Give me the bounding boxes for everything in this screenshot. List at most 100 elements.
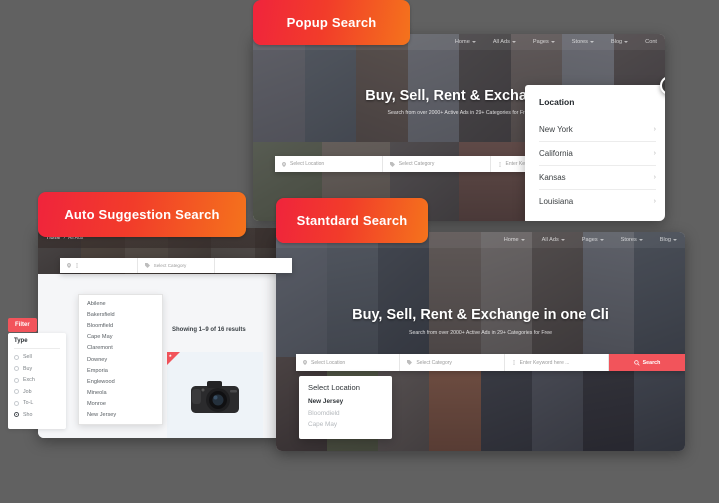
suggestion-item[interactable]: Monroe (79, 399, 162, 410)
keyword-field[interactable] (215, 258, 292, 273)
product-card[interactable] (167, 352, 263, 438)
suggestion-item[interactable]: Abilene (79, 298, 162, 309)
category-field[interactable]: Select Category (400, 354, 505, 371)
facet-option-label: Buy (23, 365, 33, 372)
chevron-down-icon (624, 41, 629, 43)
suggestion-item[interactable]: Mineola (79, 388, 162, 399)
category-placeholder: Select Category (153, 263, 187, 268)
location-dropdown-title: Select Location (308, 383, 360, 392)
keyword-field[interactable]: Enter Keyword here ... (505, 354, 609, 371)
tab-auto-suggestion-label: Auto Suggestion Search (64, 207, 220, 222)
location-option-label: Louisiana (539, 197, 574, 206)
chevron-down-icon (599, 239, 604, 241)
standard-hero-title: Buy, Sell, Rent & Exchange in one Cli (352, 307, 609, 323)
map-pin-icon (67, 263, 71, 268)
filter-button[interactable]: Filter (8, 318, 37, 332)
filter-button-label: Filter (15, 322, 30, 328)
chevron-down-icon (511, 41, 516, 43)
radio-icon-selected (14, 412, 19, 417)
suggestion-item[interactable]: Bakersfield (79, 309, 162, 320)
nav-label: Stores (571, 39, 588, 45)
facet-option-label: Job (23, 388, 32, 395)
facet-option-sell[interactable]: Sell (14, 354, 60, 360)
suggestion-item[interactable]: Emporia (79, 365, 162, 376)
keyword-placeholder: Enter Keyword here ... (519, 359, 570, 366)
radio-icon (14, 377, 19, 383)
map-pin-icon (282, 161, 286, 167)
nav-label: Home (454, 39, 470, 45)
location-option-kansas[interactable]: Kansas › (539, 165, 656, 189)
tab-popup-search[interactable]: Popup Search (253, 0, 410, 45)
facet-option-exchange[interactable]: Exch (14, 377, 60, 383)
category-field[interactable]: Select Category (138, 258, 216, 273)
nav-label: Blog (610, 39, 623, 45)
suggestion-item[interactable]: Downey (79, 354, 162, 365)
facet-panel-type: Type Sell Buy Exch Job To-L Sho (8, 333, 66, 429)
location-dropdown-item-new-jersey[interactable]: New Jersey (308, 398, 383, 405)
location-dropdown-item-bloomdield[interactable]: Bloomdield (308, 410, 383, 417)
category-field[interactable]: Select Category (383, 156, 491, 172)
chevron-down-icon (673, 239, 677, 241)
tab-popup-search-label: Popup Search (286, 15, 377, 30)
location-dropdown: Select Location New Jersey Bloomdield Ca… (299, 376, 392, 439)
nav-label: All Ads (541, 237, 559, 243)
nav-item-pages[interactable]: Pages (582, 237, 604, 243)
suggestion-item[interactable]: Bloomfield (79, 320, 162, 331)
location-popup-title: Location (539, 97, 575, 107)
facet-option-label: Sho (23, 411, 33, 418)
location-field[interactable]: Select Location (275, 156, 383, 172)
location-option-california[interactable]: California › (539, 141, 656, 165)
screenshot-stage: Popup Search Home All Ads Pages Stores B… (0, 0, 719, 503)
tag-icon (144, 263, 150, 268)
nav-item-all-ads[interactable]: All Ads (493, 39, 516, 45)
nav-item-home[interactable]: Home (455, 39, 476, 45)
chevron-right-icon: › (653, 126, 656, 133)
location-option-label: New York (539, 125, 573, 134)
suggestion-item[interactable]: Englewood (79, 376, 162, 387)
search-button-label: Search (642, 359, 661, 366)
suggestion-item[interactable]: Cape May (79, 332, 162, 343)
facet-option-label: Exch (23, 377, 35, 383)
facet-option-show-all[interactable]: Sho (14, 412, 60, 418)
location-field[interactable]: Select Location (296, 354, 401, 371)
chevron-down-icon (560, 239, 565, 241)
nav-item-pages[interactable]: Pages (533, 39, 555, 45)
search-button[interactable]: Search (608, 354, 685, 371)
tab-standard-search[interactable]: Stantdard Search (276, 198, 428, 243)
radio-icon (14, 354, 19, 360)
facet-option-to-let[interactable]: To-L (14, 400, 60, 406)
facet-title: Type (14, 338, 60, 349)
facet-option-label: To-L (23, 400, 34, 406)
location-option-new-york[interactable]: New York › (539, 118, 656, 141)
nav-item-stores[interactable]: Stores (572, 39, 594, 45)
suggestion-item[interactable]: Claremont (79, 343, 162, 354)
tag-icon (407, 360, 413, 365)
nav-item-blog[interactable]: Blog (610, 39, 629, 45)
nav-item-all-ads[interactable]: All Ads (542, 237, 565, 243)
popup-search-card: Home All Ads Pages Stores Blog Cont Buy,… (253, 34, 665, 221)
nav-item-stores[interactable]: Stores (621, 237, 643, 243)
chevron-right-icon: › (653, 174, 656, 181)
text-cursor-icon (512, 360, 515, 365)
star-ribbon-icon (167, 352, 180, 365)
chevron-down-icon (520, 239, 525, 241)
category-placeholder: Select Category (398, 161, 435, 167)
location-field[interactable] (60, 258, 138, 273)
nav-label: Pages (532, 39, 549, 45)
facet-option-label: Sell (23, 354, 32, 360)
category-placeholder: Select Category (416, 359, 452, 366)
nav-item-contact[interactable]: Cont (645, 39, 657, 45)
nav-label: Pages (581, 237, 598, 243)
results-count: Showing 1–9 of 16 results (172, 327, 246, 333)
tab-auto-suggestion-search[interactable]: Auto Suggestion Search (38, 192, 246, 237)
facet-option-job[interactable]: Job (14, 389, 60, 395)
nav-item-blog[interactable]: Blog (660, 237, 677, 243)
suggestion-item[interactable]: New Jersey (79, 410, 162, 421)
nav-item-home[interactable]: Home (504, 237, 525, 243)
location-option-louisiana[interactable]: Louisiana › (539, 189, 656, 213)
radio-icon (14, 400, 19, 406)
location-option-label: Kansas (539, 173, 566, 182)
facet-option-buy[interactable]: Buy (14, 366, 60, 372)
location-dropdown-item-cape-may[interactable]: Cape May (308, 421, 383, 428)
nav-label: Home (503, 237, 519, 243)
